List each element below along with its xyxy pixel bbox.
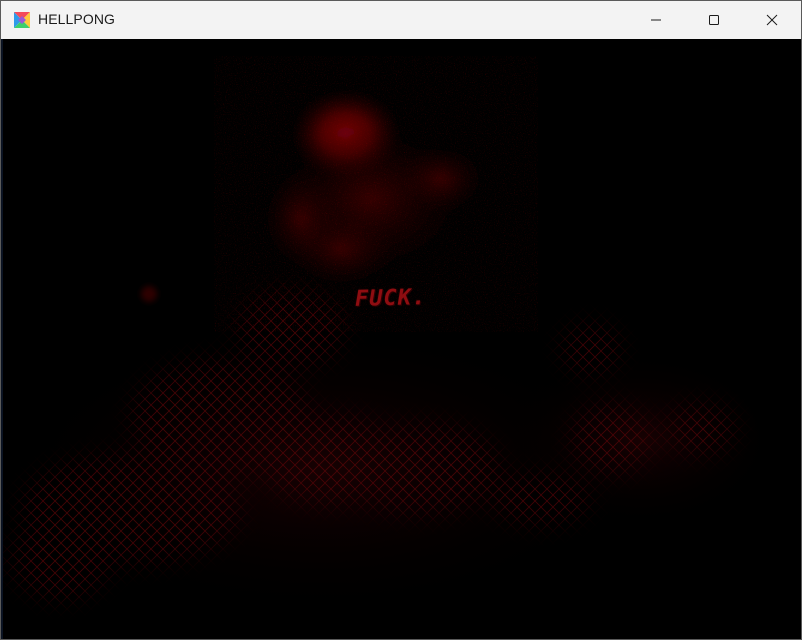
- window-left-edge: [1, 39, 3, 639]
- colorful-app-icon: [14, 12, 30, 28]
- maximize-icon: [709, 15, 719, 25]
- minimize-icon: [651, 19, 661, 21]
- window-title: HELLPONG: [38, 11, 116, 27]
- game-canvas[interactable]: [1, 39, 801, 639]
- game-message: FUCK.: [354, 285, 427, 312]
- maximize-button[interactable]: [685, 1, 743, 39]
- game-window: HELLPONG FUCK.: [0, 0, 802, 640]
- title-bar[interactable]: HELLPONG: [1, 1, 801, 39]
- blood-splatter-scene: [1, 39, 801, 639]
- close-button[interactable]: [743, 1, 801, 39]
- close-icon: [766, 14, 778, 26]
- minimize-button[interactable]: [627, 1, 685, 39]
